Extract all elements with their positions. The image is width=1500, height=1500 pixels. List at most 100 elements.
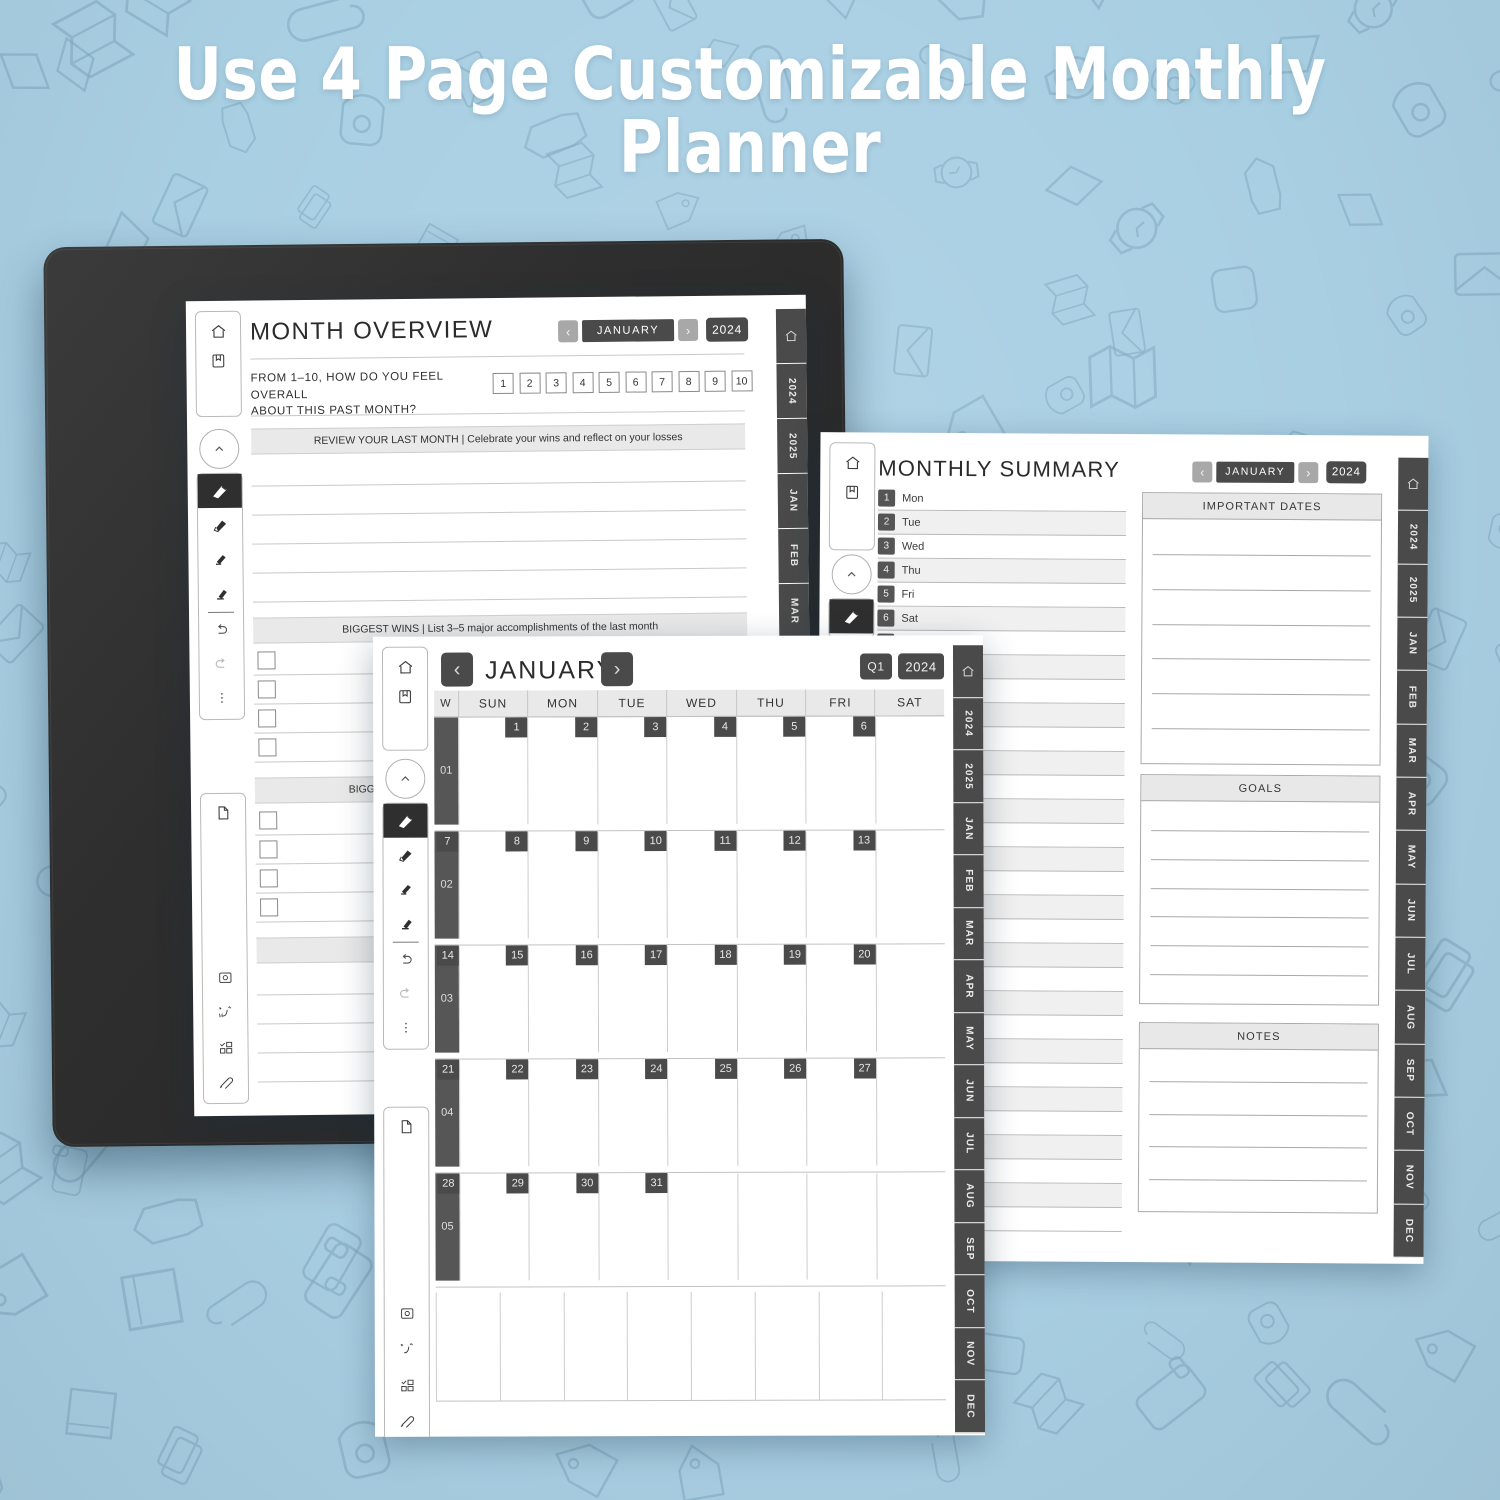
month-overview-nav[interactable]: ‹ JANUARY › 2024 [557,317,749,343]
calendar-day-number[interactable]: 4 [713,716,736,737]
rail-tab-jun[interactable]: JUN [1395,884,1426,938]
calendar-day-number[interactable]: 2 [575,717,598,738]
current-month-label[interactable]: JANUARY [581,319,675,343]
prev-month-button[interactable]: ‹ [1192,460,1213,483]
summary-day-row[interactable]: 4 Thu [877,558,1126,585]
calendar-pen-toolbar[interactable] [382,802,430,1050]
calendar-collapse-toolbar-button[interactable] [385,758,426,799]
calendar-day-number[interactable]: 5 [783,716,806,737]
redo-icon[interactable] [384,977,428,1011]
screenshot-icon[interactable] [393,1300,421,1326]
calendar-day-number[interactable]: 24 [645,1059,668,1080]
pen-icon[interactable] [829,599,874,634]
rail-tab-aug[interactable]: AUG [1394,990,1426,1045]
summary-day-row[interactable]: 2 Tue [877,510,1127,537]
eraser-icon[interactable] [384,906,428,940]
summary-day-row[interactable]: 3 Wed [877,534,1126,561]
layers-icon[interactable] [393,1372,421,1398]
rail-tab-2025[interactable]: 2025 [1397,564,1428,618]
rail-tab-jan[interactable]: JAN [777,473,809,530]
rail-tab-mar[interactable]: MAR [953,907,984,961]
overview-left-toolbar-bottom[interactable]: M [199,792,250,1105]
rating-box-6[interactable]: 6 [625,371,647,393]
next-month-button[interactable]: › [677,318,699,342]
attach-icon[interactable] [212,1069,240,1095]
rail-home-icon[interactable] [952,645,984,698]
calendar-day-number[interactable]: 21 [437,1059,460,1080]
calendar-day-number[interactable]: 23 [575,1059,598,1080]
calendar-day-number[interactable]: 1 [505,717,528,738]
eraser-icon[interactable] [199,576,243,610]
rail-tab-oct[interactable]: OCT [954,1275,985,1329]
rating-box-10[interactable]: 10 [731,370,753,392]
calendar-day-number[interactable]: 13 [853,830,876,851]
rating-box-4[interactable]: 4 [572,372,594,394]
rail-tab-dec[interactable]: DEC [1393,1204,1424,1258]
rating-box-9[interactable]: 9 [704,370,726,392]
undo-icon[interactable] [384,943,428,977]
ai-icon[interactable] [393,1336,421,1362]
bookmark-icon[interactable] [391,684,419,710]
rail-tab-nov[interactable]: NOV [1393,1150,1425,1205]
rating-box-5[interactable]: 5 [598,371,620,393]
rail-home-icon[interactable] [775,308,807,365]
overview-pen-toolbar[interactable] [196,472,246,721]
year-badge[interactable]: 2024 [705,317,749,342]
summary-collapse-toolbar-button[interactable] [831,554,872,595]
calendar-day-number[interactable]: 30 [576,1173,599,1194]
quarter-badge[interactable]: Q1 [859,653,893,680]
calendar-left-toolbar-top[interactable] [381,646,429,751]
rail-home-icon[interactable] [1398,457,1429,512]
overview-left-toolbar-top[interactable] [194,310,242,418]
rail-tab-jun[interactable]: JUN [954,1065,985,1119]
home-icon[interactable] [838,449,866,475]
ai-icon[interactable]: M [211,999,239,1025]
rail-tab-mar[interactable]: MAR [778,583,810,640]
rail-tab-nov[interactable]: NOV [954,1328,985,1381]
checkbox[interactable] [259,811,278,830]
calendar-day-number[interactable]: 11 [714,830,737,851]
summary-month-rail[interactable]: 2024 2025 JAN FEB MAR APR MAY JUN JUL AUG SEP OCT NO… [1393,457,1429,1258]
checkbox[interactable] [258,738,277,757]
more-vertical-icon[interactable] [384,1011,428,1045]
calendar-day-number[interactable]: 18 [714,944,737,965]
calendar-month-rail[interactable]: 2024 2025 JAN FEB MAR APR MAY JUN JUL AUG SEP OCT NO… [952,645,986,1434]
page-icon[interactable] [392,1114,420,1140]
rail-tab-apr[interactable]: APR [1396,777,1427,832]
rail-tab-sep[interactable]: SEP [954,1223,985,1276]
calendar-day-number[interactable]: 27 [853,1058,876,1079]
rail-tab-sep[interactable]: SEP [1394,1044,1425,1098]
checkbox[interactable] [257,680,276,699]
rail-tab-mar[interactable]: MAR [1396,724,1427,778]
calendar-day-number[interactable]: 28 [437,1173,460,1194]
calendar-day-number[interactable]: 16 [575,945,598,966]
current-month-label[interactable]: JANUARY [1216,461,1295,483]
calendar-day-number[interactable]: 17 [645,945,668,966]
panel-body[interactable] [1139,1049,1378,1212]
calendar-day-number[interactable]: 15 [506,945,529,966]
rating-box-8[interactable]: 8 [678,370,700,393]
calendar-day-number[interactable]: 14 [436,945,459,966]
rail-tab-aug[interactable]: AUG [954,1170,985,1224]
summary-day-row[interactable]: 6 Sat [877,606,1126,633]
prev-month-button[interactable]: ‹ [440,652,474,687]
calendar-day-number[interactable]: 31 [645,1173,668,1194]
rail-tab-2024[interactable]: 2024 [776,363,808,420]
overview-collapse-toolbar-button[interactable] [199,428,240,470]
rating-scale[interactable]: 1 2 3 4 5 6 7 8 9 10 [492,370,753,395]
rail-tab-may[interactable]: MAY [953,1012,985,1066]
rail-tab-2025[interactable]: 2025 [777,418,808,475]
panel-body[interactable] [1140,801,1379,1004]
summary-pen-toolbar[interactable] [828,598,875,639]
rail-tab-jan[interactable]: JAN [953,802,984,856]
calendar-day-number[interactable]: 7 [436,831,459,852]
calendar-day-number[interactable]: 25 [714,1058,737,1079]
page-icon[interactable] [209,800,237,826]
undo-icon[interactable] [199,613,243,647]
checkbox[interactable] [258,709,277,728]
layers-icon[interactable] [211,1034,239,1060]
calendar-day-number[interactable]: 9 [575,831,598,852]
rail-tab-dec[interactable]: DEC [954,1380,986,1434]
monthly-summary-nav[interactable]: ‹ JANUARY › 2024 [1192,460,1367,484]
overview-month-rail[interactable]: 2024 2025 JAN FEB MAR [775,308,810,640]
